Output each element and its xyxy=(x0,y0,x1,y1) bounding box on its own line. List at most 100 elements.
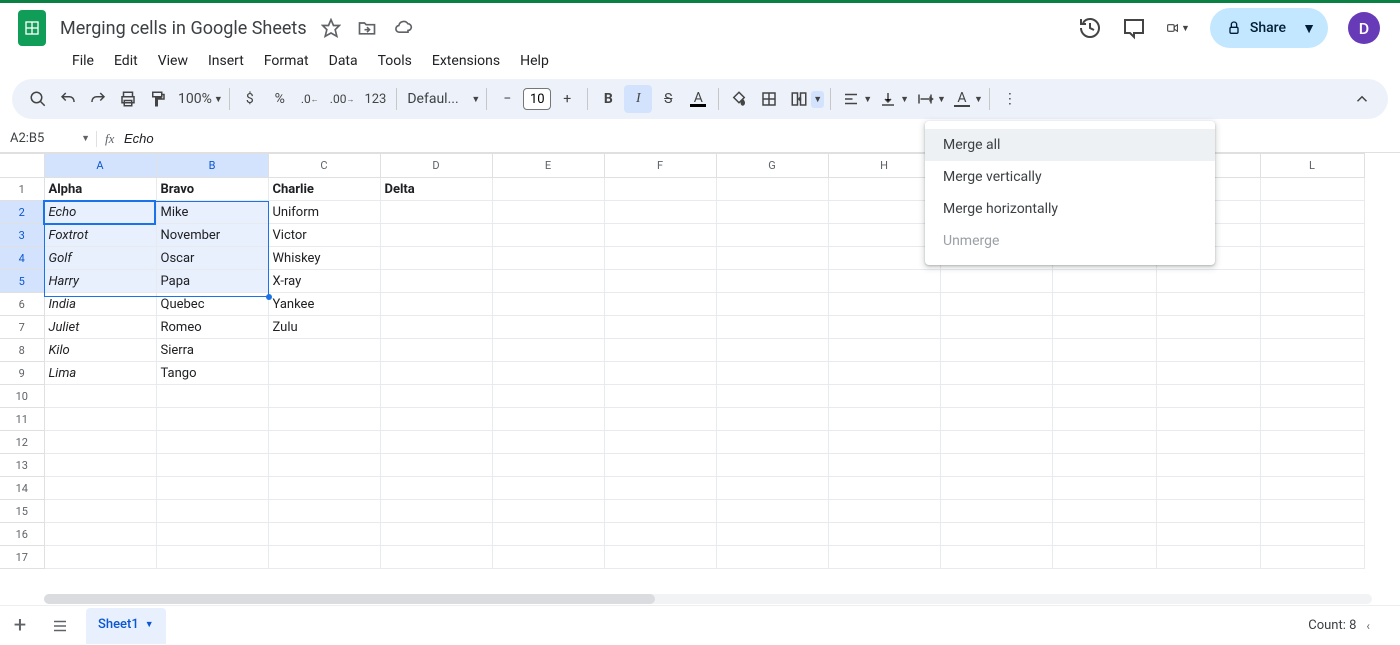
selection-handle[interactable] xyxy=(266,294,272,300)
merge-vertically-item[interactable]: Merge vertically xyxy=(925,161,1215,193)
account-avatar[interactable]: D xyxy=(1348,12,1380,44)
font-size-input[interactable]: 10 xyxy=(523,88,551,110)
cell-D1[interactable]: Delta xyxy=(380,178,492,201)
share-button[interactable]: Share ▼ xyxy=(1210,8,1328,48)
menu-extensions[interactable]: Extensions xyxy=(424,49,508,73)
menu-edit[interactable]: Edit xyxy=(106,49,146,73)
cell-B2[interactable]: Mike xyxy=(156,201,268,224)
select-all-corner[interactable] xyxy=(0,154,44,178)
meet-icon[interactable]: ▼ xyxy=(1166,16,1190,40)
all-sheets-button[interactable] xyxy=(40,608,80,644)
sheet-tab-sheet1[interactable]: Sheet1▼ xyxy=(86,608,166,644)
menu-view[interactable]: View xyxy=(150,49,196,73)
row-header-16[interactable]: 16 xyxy=(0,523,44,546)
horizontal-align-dropdown[interactable]: ▼ xyxy=(837,85,872,113)
more-toolbar-button[interactable]: ⋮ xyxy=(996,85,1024,113)
zoom-dropdown[interactable]: 100%▼ xyxy=(174,85,223,113)
font-size-decrease[interactable]: − xyxy=(493,85,521,113)
menu-data[interactable]: Data xyxy=(321,49,366,73)
name-box[interactable]: A2:B5▼ xyxy=(0,131,96,146)
fill-color-button[interactable] xyxy=(725,85,753,113)
menu-tools[interactable]: Tools xyxy=(370,49,420,73)
cell-A8[interactable]: Kilo xyxy=(44,339,156,362)
paint-format-button[interactable] xyxy=(144,85,172,113)
cloud-status-icon[interactable] xyxy=(391,16,415,40)
cell-A9[interactable]: Lima xyxy=(44,362,156,385)
row-header-10[interactable]: 10 xyxy=(0,385,44,408)
strikethrough-button[interactable]: S xyxy=(654,85,682,113)
cell-B6[interactable]: Quebec xyxy=(156,293,268,316)
merge-cells-dropdown[interactable]: ▼ xyxy=(785,85,824,113)
horizontal-scrollbar[interactable] xyxy=(44,593,1372,605)
currency-button[interactable]: $ xyxy=(236,85,264,113)
italic-button[interactable]: I xyxy=(624,85,652,113)
cell-B4[interactable]: Oscar xyxy=(156,247,268,270)
cell-C6[interactable]: Yankee xyxy=(268,293,380,316)
col-header-H[interactable]: H xyxy=(828,154,940,178)
print-button[interactable] xyxy=(114,85,142,113)
increase-decimal-button[interactable]: .00→ xyxy=(326,85,359,113)
cell-A5[interactable]: Harry xyxy=(44,270,156,293)
text-wrap-dropdown[interactable]: ▼ xyxy=(911,85,946,113)
menu-insert[interactable]: Insert xyxy=(200,49,252,73)
col-header-F[interactable]: F xyxy=(604,154,716,178)
cell-B9[interactable]: Tango xyxy=(156,362,268,385)
sheet-tab-chevron-icon[interactable]: ▼ xyxy=(145,619,154,630)
document-title[interactable]: Merging cells in Google Sheets xyxy=(52,18,315,39)
sheets-logo[interactable] xyxy=(12,8,52,48)
cell-B1[interactable]: Bravo xyxy=(156,178,268,201)
menu-format[interactable]: Format xyxy=(256,49,317,73)
cell-C4[interactable]: Whiskey xyxy=(268,247,380,270)
row-header-9[interactable]: 9 xyxy=(0,362,44,385)
cell-C5[interactable]: X-ray xyxy=(268,270,380,293)
selection-count[interactable]: Count: 8 xyxy=(1308,618,1356,633)
explore-chevron-icon[interactable]: ‹ xyxy=(1366,619,1370,633)
redo-button[interactable] xyxy=(84,85,112,113)
row-header-17[interactable]: 17 xyxy=(0,546,44,569)
menu-file[interactable]: File xyxy=(64,49,102,73)
formula-input[interactable]: Echo xyxy=(118,131,154,146)
row-header-3[interactable]: 3 xyxy=(0,224,44,247)
col-header-D[interactable]: D xyxy=(380,154,492,178)
search-menus-button[interactable] xyxy=(24,85,52,113)
star-icon[interactable] xyxy=(319,16,343,40)
share-dropdown-icon[interactable]: ▼ xyxy=(1294,8,1324,48)
decrease-decimal-button[interactable]: .0← xyxy=(296,85,324,113)
font-size-increase[interactable]: + xyxy=(553,85,581,113)
menu-help[interactable]: Help xyxy=(512,49,557,73)
cell-C7[interactable]: Zulu xyxy=(268,316,380,339)
row-header-5[interactable]: 5 xyxy=(0,270,44,293)
history-icon[interactable] xyxy=(1078,16,1102,40)
cell-A2[interactable]: Echo xyxy=(44,201,156,224)
row-header-12[interactable]: 12 xyxy=(0,431,44,454)
row-header-8[interactable]: 8 xyxy=(0,339,44,362)
merge-horizontally-item[interactable]: Merge horizontally xyxy=(925,193,1215,225)
col-header-B[interactable]: B xyxy=(156,154,268,178)
vertical-align-dropdown[interactable]: ▼ xyxy=(874,85,909,113)
cell-A4[interactable]: Golf xyxy=(44,247,156,270)
bold-button[interactable]: B xyxy=(594,85,622,113)
font-family-dropdown[interactable]: Defaul...▼ xyxy=(403,91,480,107)
undo-button[interactable] xyxy=(54,85,82,113)
collapse-toolbar-button[interactable] xyxy=(1348,85,1376,113)
text-rotation-dropdown[interactable]: A▼ xyxy=(948,85,983,113)
row-header-7[interactable]: 7 xyxy=(0,316,44,339)
cell-A6[interactable]: India xyxy=(44,293,156,316)
row-header-13[interactable]: 13 xyxy=(0,454,44,477)
move-icon[interactable] xyxy=(355,16,379,40)
text-color-button[interactable]: A xyxy=(684,85,712,113)
col-header-E[interactable]: E xyxy=(492,154,604,178)
merge-all-item[interactable]: Merge all xyxy=(925,129,1215,161)
cell-B5[interactable]: Papa xyxy=(156,270,268,293)
cell-C3[interactable]: Victor xyxy=(268,224,380,247)
cell-A7[interactable]: Juliet xyxy=(44,316,156,339)
row-header-11[interactable]: 11 xyxy=(0,408,44,431)
col-header-A[interactable]: A xyxy=(44,154,156,178)
percent-button[interactable]: % xyxy=(266,85,294,113)
comment-icon[interactable] xyxy=(1122,16,1146,40)
format-number-button[interactable]: 123 xyxy=(360,85,390,113)
borders-button[interactable] xyxy=(755,85,783,113)
col-header-C[interactable]: C xyxy=(268,154,380,178)
row-header-4[interactable]: 4 xyxy=(0,247,44,270)
cell-B7[interactable]: Romeo xyxy=(156,316,268,339)
